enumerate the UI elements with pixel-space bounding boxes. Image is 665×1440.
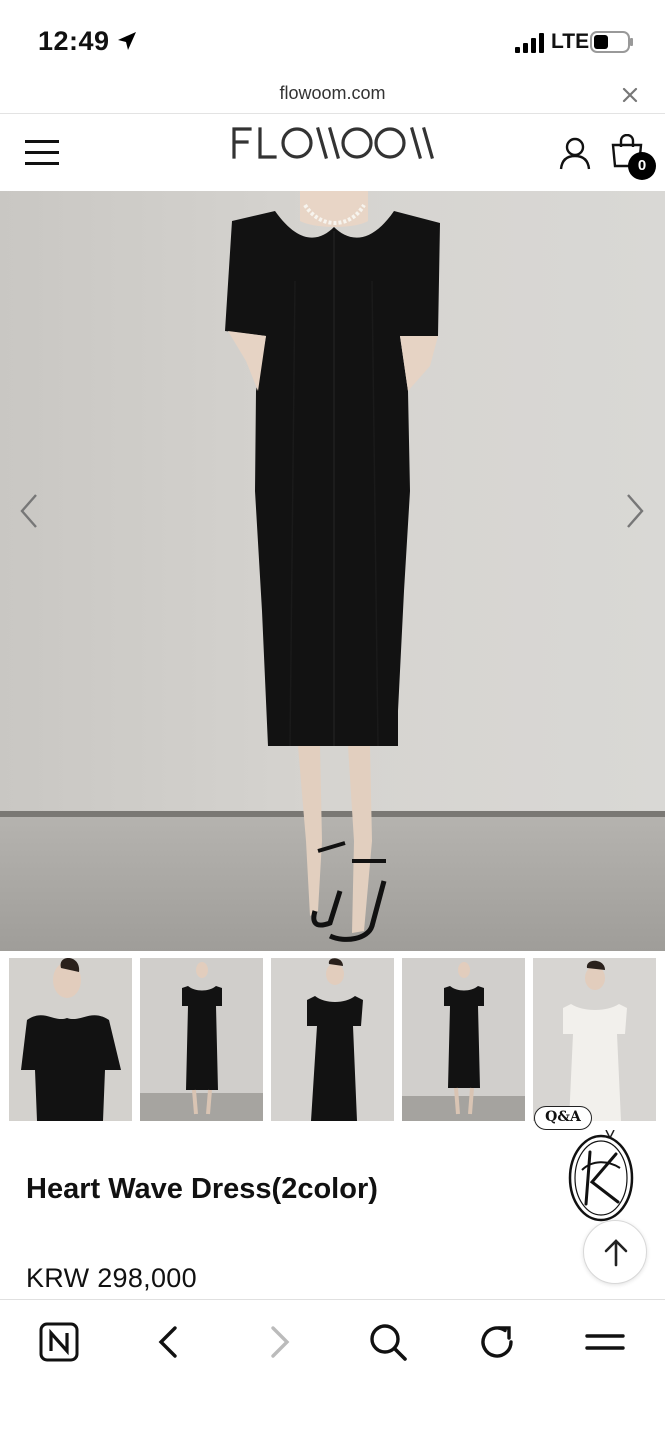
arrow-up-icon xyxy=(604,1239,628,1267)
signal-bars-icon xyxy=(515,33,544,53)
search-icon xyxy=(370,1324,407,1361)
qa-seal-icon xyxy=(568,1130,634,1222)
menu-icon[interactable] xyxy=(25,139,59,167)
thumbnail-image xyxy=(9,958,132,1121)
close-icon[interactable] xyxy=(619,84,641,106)
naver-n-icon xyxy=(39,1322,79,1362)
scroll-top-button[interactable] xyxy=(583,1220,647,1284)
qa-label[interactable]: Q&A xyxy=(534,1106,592,1130)
status-bar: 12:49 LTE xyxy=(0,0,665,80)
site-logo[interactable] xyxy=(230,123,435,165)
url-bar[interactable]: flowoom.com xyxy=(0,80,665,114)
product-photo xyxy=(0,191,665,951)
reload-button[interactable] xyxy=(475,1320,519,1364)
product-price: KRW 298,000 xyxy=(26,1263,197,1293)
thumbnail-2[interactable] xyxy=(140,958,263,1121)
battery-icon xyxy=(590,31,633,53)
naver-home-button[interactable] xyxy=(37,1320,81,1364)
product-title: Heart Wave Dress(2color) xyxy=(26,1173,378,1205)
url-text[interactable]: flowoom.com xyxy=(0,83,665,104)
thumbnail-1[interactable] xyxy=(9,958,132,1121)
cart-count-badge[interactable]: 0 xyxy=(628,152,656,180)
thumbnail-strip xyxy=(0,951,665,1131)
thumbnail-image xyxy=(140,958,263,1121)
chevron-right-icon[interactable] xyxy=(620,491,650,531)
product-main-image[interactable] xyxy=(0,191,665,951)
menu-icon xyxy=(585,1334,625,1350)
browser-toolbar xyxy=(0,1299,665,1440)
thumbnail-5[interactable] xyxy=(533,958,656,1121)
site-header: 0 xyxy=(0,115,665,191)
thumbnail-4[interactable] xyxy=(402,958,525,1121)
qa-button[interactable]: Q&A xyxy=(534,1106,638,1224)
back-icon xyxy=(158,1326,177,1358)
reload-icon xyxy=(481,1326,513,1358)
status-time: 12:49 xyxy=(38,26,110,56)
user-icon[interactable] xyxy=(559,136,591,170)
thumbnail-image xyxy=(271,958,394,1121)
forward-icon xyxy=(271,1326,290,1358)
search-button[interactable] xyxy=(366,1320,410,1364)
browser-menu-button[interactable] xyxy=(583,1320,627,1364)
thumbnail-image xyxy=(533,958,656,1121)
location-arrow-icon xyxy=(118,32,136,50)
thumbnail-3[interactable] xyxy=(271,958,394,1121)
back-button[interactable] xyxy=(147,1320,191,1364)
chevron-left-icon[interactable] xyxy=(14,491,44,531)
thumbnail-image xyxy=(402,958,525,1121)
forward-button[interactable] xyxy=(257,1320,301,1364)
network-type: LTE xyxy=(551,30,590,53)
